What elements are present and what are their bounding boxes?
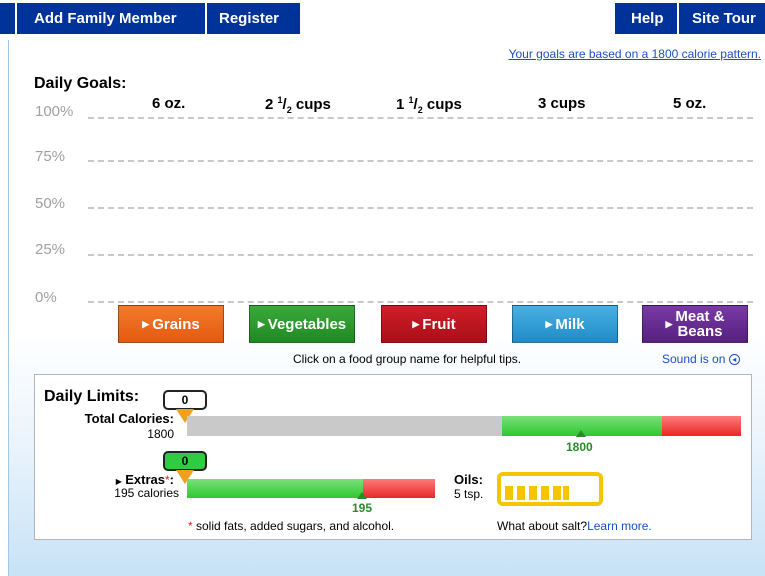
- gridline: [88, 207, 753, 209]
- axis-label-50: 50%: [35, 195, 66, 212]
- add-family-member-link[interactable]: Add Family Member: [34, 3, 177, 34]
- oils-gauge-segment: [563, 486, 569, 500]
- oils-gauge-segment: [529, 486, 537, 500]
- sound-label: Sound is on: [662, 352, 726, 366]
- axis-label-0: 0%: [35, 289, 57, 306]
- extras-colon: :: [169, 472, 174, 487]
- salt-text: What about salt?: [497, 519, 588, 533]
- gridline: [88, 160, 753, 162]
- extras-limit-value: 195: [352, 501, 373, 515]
- fruit-button[interactable]: ▶ Fruit: [381, 305, 487, 343]
- axis-label-25: 25%: [35, 241, 66, 258]
- extras-footnote: * solid fats, added sugars, and alcohol.: [188, 519, 394, 533]
- total-calories-label-text: Total Calories:: [84, 411, 174, 426]
- milk-label: Milk: [555, 315, 585, 333]
- goal-fruit-numerator: 1: [408, 95, 414, 105]
- help-link[interactable]: Help: [631, 3, 664, 34]
- calories-consumed-bubble: 0: [163, 390, 207, 410]
- extras-consumed-bubble: 0: [163, 451, 207, 471]
- arrow-right-icon: ▶: [545, 318, 553, 329]
- oils-gauge-segment: [541, 486, 549, 500]
- calorie-pattern-link[interactable]: Your goals are based on a 1800 calorie p…: [509, 47, 761, 61]
- site-tour-link[interactable]: Site Tour: [692, 3, 756, 34]
- vegetables-button[interactable]: ▶ Vegetables: [249, 305, 355, 343]
- axis-label-75: 75%: [35, 148, 66, 165]
- extras-label[interactable]: ▶ Extras*:: [70, 472, 174, 487]
- gridline: [88, 301, 753, 303]
- gridline: [88, 254, 753, 256]
- grains-label: Grains: [152, 315, 200, 333]
- gridline: [88, 117, 753, 119]
- extras-value: 195 calories: [114, 486, 179, 500]
- calories-bar-under: [187, 416, 502, 436]
- vegetables-label: Vegetables: [267, 315, 347, 333]
- arrow-right-icon: ▶: [115, 477, 122, 486]
- milk-button[interactable]: ▶ Milk: [512, 305, 618, 343]
- food-group-tips-text: Click on a food group name for helpful t…: [293, 352, 522, 366]
- oils-gauge-segment: [553, 486, 561, 500]
- extras-bar-over: [363, 479, 435, 498]
- arrow-right-icon: ▶: [412, 318, 420, 329]
- goal-meat-beans: 5 oz.: [673, 95, 707, 112]
- calories-bar-over: [662, 416, 741, 436]
- total-calories-label: Total Calories:: [70, 411, 174, 426]
- grains-button[interactable]: ▶ Grains: [118, 305, 224, 343]
- oils-gauge-segment: [505, 486, 513, 500]
- meat-beans-label: Meat & Beans: [675, 309, 724, 339]
- goal-vegetables-unit: cups: [291, 96, 331, 113]
- extras-label-text: Extras: [125, 472, 165, 487]
- total-calories-value: 1800: [147, 427, 174, 441]
- arrow-right-icon: ▶: [665, 318, 673, 329]
- arrow-right-icon: ▶: [257, 318, 265, 329]
- nav-separator: [205, 3, 207, 34]
- extras-bar-allowed: [187, 479, 363, 498]
- axis-label-100: 100%: [35, 103, 74, 120]
- top-nav: Add Family Member Register Help Site Tou…: [0, 0, 765, 36]
- goal-fruit: 1 1/2 cups: [396, 95, 462, 115]
- oils-label-text: Oils:: [454, 472, 483, 487]
- goal-fruit-unit: cups: [422, 96, 462, 113]
- daily-goals-title: Daily Goals:: [34, 75, 127, 92]
- goal-vegetables-numerator: 1: [277, 95, 283, 105]
- calories-limit-marker-icon: [576, 430, 586, 437]
- oils-gauge: [497, 472, 603, 506]
- footnote-text: solid fats, added sugars, and alcohol.: [192, 519, 395, 533]
- goal-fruit-whole: 1: [396, 96, 405, 113]
- nav-separator: [15, 3, 17, 34]
- extras-limit-marker-icon: [357, 492, 367, 499]
- salt-info: What about salt?Learn more.: [497, 519, 652, 533]
- sound-icon[interactable]: ◂: [728, 354, 740, 366]
- meat-label-line2: Beans: [677, 323, 723, 340]
- fruit-label: Fruit: [422, 315, 456, 333]
- learn-more-link[interactable]: Learn more.: [587, 519, 652, 533]
- goal-milk: 3 cups: [538, 95, 586, 112]
- meat-beans-button[interactable]: ▶ Meat & Beans: [642, 305, 748, 343]
- register-link[interactable]: Register: [219, 3, 279, 34]
- goal-grains: 6 oz.: [152, 95, 186, 112]
- daily-limits-box: [34, 374, 752, 540]
- daily-limits-title: Daily Limits:: [44, 388, 140, 405]
- arrow-right-icon: ▶: [142, 318, 150, 329]
- oils-label: Oils:: [454, 472, 483, 487]
- goal-vegetables: 2 1/2 cups: [265, 95, 331, 115]
- oils-value: 5 tsp.: [454, 487, 484, 501]
- sound-toggle[interactable]: Sound is on ◂: [662, 352, 740, 366]
- goal-vegetables-whole: 2: [265, 96, 274, 113]
- oils-gauge-segment: [517, 486, 525, 500]
- calories-limit-value: 1800: [566, 440, 593, 454]
- nav-separator: [677, 3, 679, 34]
